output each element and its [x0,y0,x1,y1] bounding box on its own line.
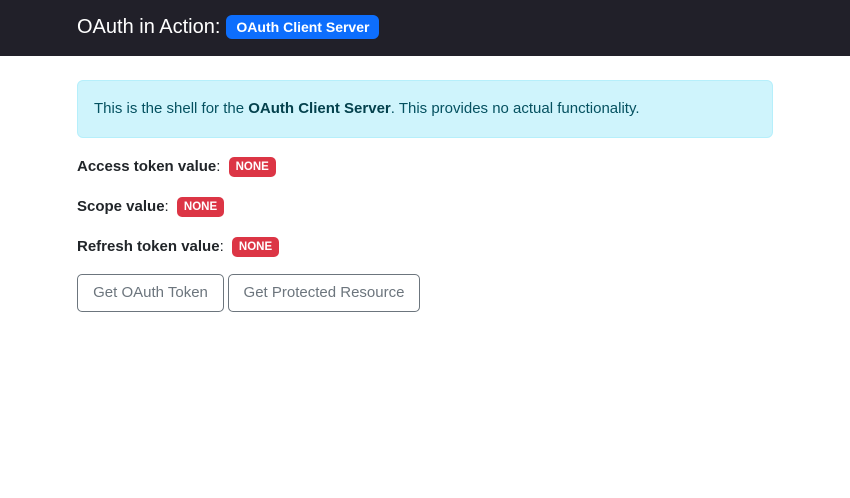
get-oauth-token-button[interactable]: Get OAuth Token [77,274,224,312]
info-alert: This is the shell for the OAuth Client S… [77,80,773,138]
refresh-token-badge: NONE [231,237,280,257]
alert-text-prefix: This is the shell for the [94,100,249,117]
access-token-separator: : [216,158,221,175]
scope-label: Scope value [77,198,165,215]
navbar: OAuth in Action: OAuth Client Server [0,0,850,56]
access-token-row: Access token value: NONE [77,157,276,178]
refresh-token-separator: : [219,238,224,255]
access-token-label: Access token value [77,158,217,175]
get-protected-resource-button[interactable]: Get Protected Resource [228,274,420,312]
navbar-brand[interactable]: OAuth in Action: OAuth Client Server [77,15,380,40]
alert-strong-text: OAuth Client Server [248,100,391,117]
brand-badge: OAuth Client Server [226,15,380,39]
scope-separator: : [164,198,169,215]
action-buttons: Get OAuth Token Get Protected Resource [77,274,420,312]
refresh-token-label: Refresh token value [77,238,220,255]
access-token-badge: NONE [228,157,276,177]
scope-badge: NONE [176,197,225,217]
main-content: This is the shell for the OAuth Client S… [77,80,773,312]
scope-row: Scope value: NONE [77,197,225,218]
alert-text-suffix: . This provides no actual functionality. [390,100,640,117]
refresh-token-row: Refresh token value: NONE [77,237,280,258]
brand-text: OAuth in Action: [77,16,221,38]
